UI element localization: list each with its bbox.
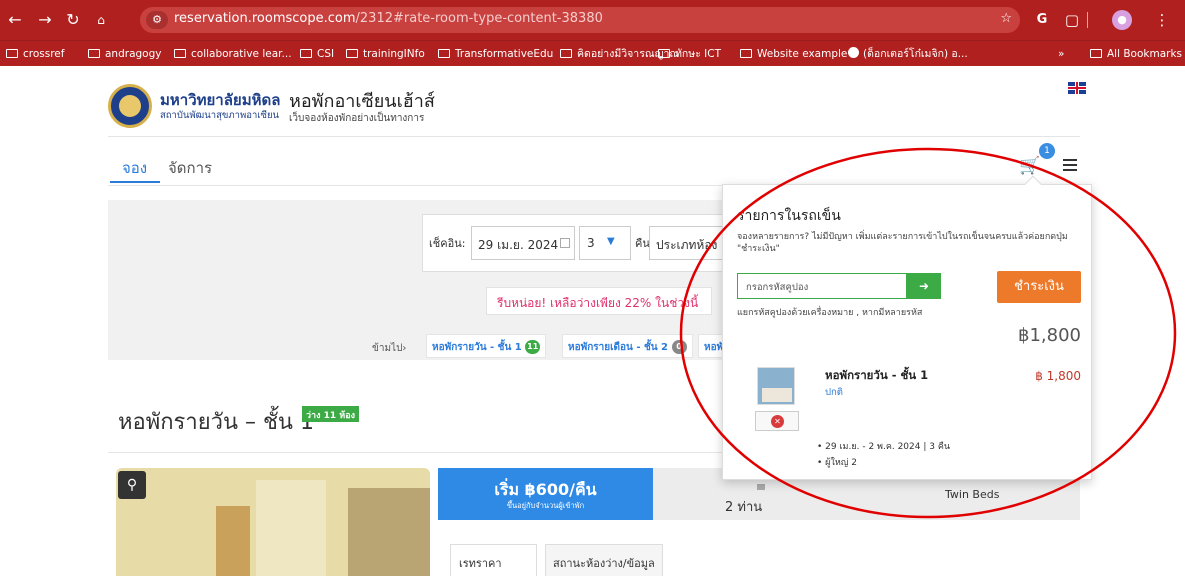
jump-link-daily-floor1[interactable]: หอพักรายวัน - ชั้น 1 11: [426, 334, 547, 358]
site-settings-icon[interactable]: ⚙: [146, 11, 168, 29]
folder-icon: [88, 49, 100, 58]
room-title: หอพักรายวัน – ชั้น 1: [118, 410, 314, 435]
tab-rates[interactable]: เรทราคา: [450, 544, 537, 576]
profile-avatar-icon[interactable]: ●: [1112, 10, 1132, 30]
checkin-label: เช็คอิน:: [429, 237, 466, 250]
url-host: reservation.roomscope.com: [174, 11, 356, 26]
calendar-icon[interactable]: [560, 238, 570, 248]
tab-book[interactable]: จอง: [122, 156, 147, 180]
bookmarks-bar: crossref andragogy collaborative lear...…: [0, 40, 1185, 66]
globe-icon: [848, 47, 859, 58]
folder-icon: [6, 49, 18, 58]
bookmark-traininginfo[interactable]: trainingINfo: [346, 45, 425, 63]
bookmark-transformativeedu[interactable]: TransformativeEdu: [438, 45, 553, 63]
extensions-icon[interactable]: ▢: [1060, 8, 1084, 32]
zoom-search-icon[interactable]: ⚲: [118, 471, 146, 499]
forward-icon[interactable]: →: [34, 10, 56, 30]
photo-wall: [256, 480, 326, 576]
folder-icon: [740, 49, 752, 58]
caret-down-icon: ▼: [607, 236, 615, 247]
checkin-date-value: 29 เม.ย. 2024: [478, 238, 559, 252]
address-bar[interactable]: ⚙ reservation.roomscope.com/2312#rate-ro…: [140, 7, 1020, 33]
bookmark-dr-go[interactable]: (ด็อกเตอร์โก๋เมจิก) อ...: [848, 45, 968, 63]
site-subtitle: เว็บจองห้องพักอย่างเป็นทางการ: [289, 113, 425, 124]
jump-to-label: ข้ามไป›: [372, 343, 407, 354]
folder-icon: [300, 49, 312, 58]
star-icon[interactable]: ☆: [1000, 11, 1012, 26]
folder-icon: [560, 49, 572, 58]
folder-icon: [438, 49, 450, 58]
annotation-ellipse-stroke: [679, 147, 1177, 519]
institute-name: สถาบันพัฒนาสุขภาพอาเซียน: [160, 110, 280, 121]
nights-select[interactable]: 3 ▼: [579, 226, 631, 260]
bookmark-label: Website example: [757, 48, 848, 60]
browser-toolbar: ← → ↻ ⌂ ⚙ reservation.roomscope.com/2312…: [0, 0, 1185, 40]
home-icon[interactable]: ⌂: [90, 10, 112, 30]
bookmark-all[interactable]: All Bookmarks: [1090, 45, 1182, 63]
divider: [108, 136, 1080, 137]
bookmark-label: crossref: [23, 48, 65, 60]
mahidol-logo: [108, 84, 152, 128]
availability-badge: ว่าง 11 ห้อง: [302, 406, 360, 422]
bookmark-label: (ด็อกเตอร์โก๋เมจิก) อ...: [863, 48, 968, 60]
bookmark-collaborative[interactable]: collaborative lear...: [174, 45, 292, 63]
reload-icon[interactable]: ↻: [62, 10, 84, 30]
folder-icon: [658, 49, 670, 58]
folder-icon: [1090, 49, 1102, 58]
bookmark-crossref[interactable]: crossref: [6, 45, 64, 63]
bookmark-label: collaborative lear...: [191, 48, 292, 60]
bookmark-website-example[interactable]: Website example: [740, 45, 847, 63]
bookmark-label: andragogy: [105, 48, 162, 60]
url-text[interactable]: reservation.roomscope.com/2312#rate-room…: [174, 11, 603, 26]
folder-icon: [346, 49, 358, 58]
url-path: /2312#rate-room-type-content-38380: [355, 11, 603, 26]
bookmark-label: CSI: [317, 48, 335, 60]
bookmark-label: ทักษะ ICT: [675, 48, 722, 60]
bookmark-label: All Bookmarks: [1107, 48, 1183, 60]
price-box: เริ่ม ฿600/คืน ขึ้นอยู่กับจำนวนผู้เข้าพั…: [438, 468, 653, 520]
active-tab-underline: [110, 181, 160, 183]
bookmark-andragogy[interactable]: andragogy: [88, 45, 161, 63]
availability-badge: 11: [525, 340, 541, 354]
nights-label: คืน: [635, 237, 650, 250]
toolbar-divider: [1087, 12, 1088, 28]
bookmark-label: trainingINfo: [363, 48, 425, 60]
photo-door: [216, 506, 250, 576]
jump-link-monthly-floor2[interactable]: หอพักรายเดือน - ชั้น 2 0: [562, 334, 693, 358]
checkin-date-field[interactable]: 29 เม.ย. 2024: [471, 226, 575, 260]
room-photo[interactable]: [116, 468, 430, 576]
nights-value: 3: [587, 236, 595, 250]
english-flag-icon[interactable]: [1068, 82, 1086, 94]
price-note: ขึ้นอยู่กับจำนวนผู้เข้าพัก: [506, 501, 585, 510]
folder-icon: [174, 49, 186, 58]
more-menu-icon[interactable]: ⋮: [1150, 8, 1174, 32]
google-icon[interactable]: G: [1030, 8, 1054, 32]
more-bookmarks-button[interactable]: »: [1058, 45, 1064, 63]
flag-stripe: [1076, 82, 1078, 94]
logo-emblem: [119, 95, 141, 117]
jump-link-label: หอพักรายเดือน - ชั้น 2: [568, 342, 669, 353]
annotation-ellipse: [679, 147, 1177, 519]
back-icon[interactable]: ←: [4, 10, 26, 30]
tab-manage[interactable]: จัดการ: [168, 156, 212, 180]
bookmark-csi[interactable]: CSI: [300, 45, 334, 63]
bookmark-ict[interactable]: ทักษะ ICT: [658, 45, 721, 63]
bookmark-label: TransformativeEdu: [455, 48, 554, 60]
photo-shadow: [348, 488, 430, 576]
tab-availability-info[interactable]: สถานะห้องว่าง/ข้อมูลห้อง: [545, 544, 663, 576]
jump-link-label: หอพักรายวัน - ชั้น 1: [432, 342, 522, 353]
